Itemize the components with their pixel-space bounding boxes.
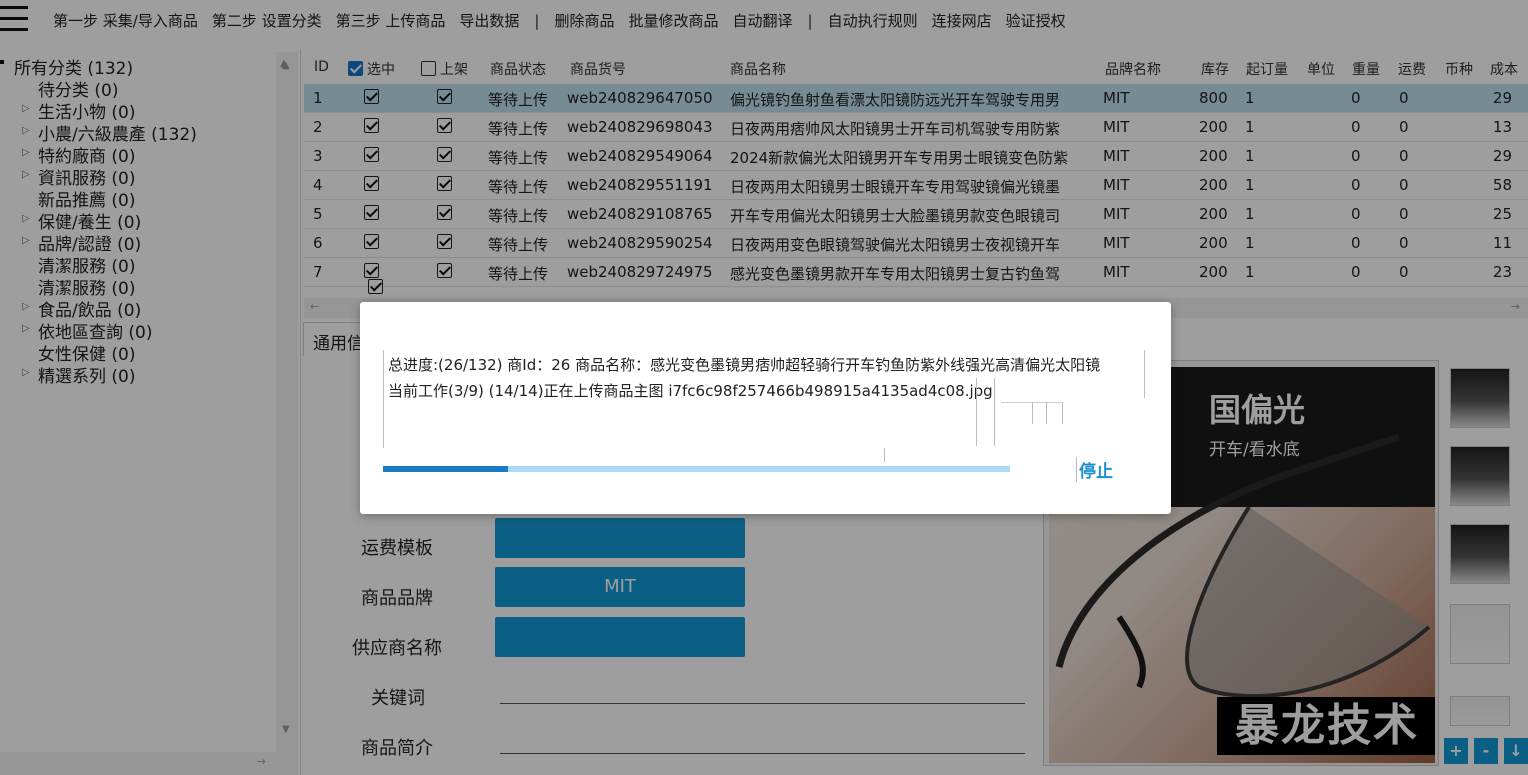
stop-button[interactable]: 停止: [1076, 457, 1113, 482]
current-task-text: 当前工作(3/9) (14/14)正在上传商品主图 i7fc6c98f25746…: [388, 382, 993, 400]
progress-message-box: 总进度:(26/132) 商Id：26 商品名称：感光变色墨镜男痞帅超轻骑行开车…: [383, 350, 1145, 462]
overall-progress-text: 总进度:(26/132) 商Id：26 商品名称：感光变色墨镜男痞帅超轻骑行开车…: [388, 356, 1101, 374]
progress-bar-fill: [383, 466, 509, 472]
upload-progress-dialog: 总进度:(26/132) 商Id：26 商品名称：感光变色墨镜男痞帅超轻骑行开车…: [360, 302, 1171, 514]
progress-bar: [383, 466, 1010, 472]
